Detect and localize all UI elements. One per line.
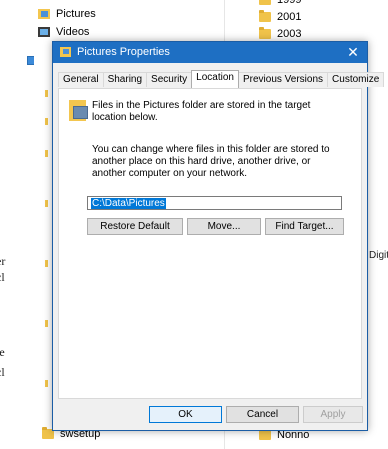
pictures-folder-icon xyxy=(38,9,50,19)
file-list-item-label: 2001 xyxy=(277,11,302,23)
close-button[interactable]: ✕ xyxy=(339,42,367,63)
tab-previous-versions[interactable]: Previous Versions xyxy=(237,72,329,87)
file-list-item-label: 2003 xyxy=(277,28,302,40)
location-path-input[interactable]: C:\Data\Pictures xyxy=(87,196,342,210)
move-button[interactable]: Move... xyxy=(187,218,261,235)
clipped-text: te xyxy=(0,345,5,359)
nav-item-pictures[interactable]: Pictures xyxy=(38,8,96,20)
videos-folder-icon xyxy=(38,27,50,37)
nav-item-label: Pictures xyxy=(56,8,96,20)
folder-icon xyxy=(45,200,48,207)
nav-item-videos[interactable]: Videos xyxy=(38,26,89,38)
pictures-folder-icon xyxy=(69,100,88,121)
folder-icon xyxy=(45,90,48,97)
folder-icon xyxy=(45,118,48,125)
cancel-button[interactable]: Cancel xyxy=(226,406,299,423)
folder-icon xyxy=(45,380,48,387)
location-tab-panel: Files in the Pictures folder are stored … xyxy=(58,88,362,399)
pictures-folder-icon xyxy=(60,47,71,57)
location-description-text: You can change where files in this folde… xyxy=(92,144,330,179)
this-pc-icon xyxy=(27,56,34,65)
dialog-title: Pictures Properties xyxy=(77,46,170,58)
tab-security[interactable]: Security xyxy=(146,72,193,87)
background-window-left-edge: er cl te cl t r xyxy=(0,0,34,449)
location-path-value: C:\Data\Pictures xyxy=(91,198,166,209)
clipped-column-text: Digit xyxy=(369,250,388,261)
apply-button[interactable]: Apply xyxy=(303,406,363,423)
tab-strip: General Sharing Security Location Previo… xyxy=(58,70,385,88)
file-list-item[interactable]: 1999 xyxy=(259,0,301,6)
tab-customize[interactable]: Customize xyxy=(327,72,385,87)
tab-general[interactable]: General xyxy=(58,72,104,87)
folder-icon xyxy=(45,150,48,157)
clipped-text: cl xyxy=(0,270,5,284)
tab-location[interactable]: Location xyxy=(191,70,239,88)
find-target-button[interactable]: Find Target... xyxy=(265,218,344,235)
folder-icon xyxy=(259,27,271,39)
file-list-item-label: 1999 xyxy=(277,0,302,6)
restore-default-button[interactable]: Restore Default xyxy=(87,218,183,235)
nav-item-label: Videos xyxy=(56,26,90,38)
location-info-text: Files in the Pictures folder are stored … xyxy=(92,100,311,123)
folder-icon xyxy=(259,0,271,5)
clipped-text: cl xyxy=(0,365,5,379)
file-list-item[interactable]: 2003 xyxy=(259,27,302,40)
properties-dialog: Pictures Properties ✕ General Sharing Se… xyxy=(52,41,385,431)
dialog-titlebar[interactable]: Pictures Properties ✕ xyxy=(53,42,367,63)
folder-icon xyxy=(45,320,48,327)
clipped-text: er xyxy=(0,254,6,268)
tab-sharing[interactable]: Sharing xyxy=(102,72,148,87)
folder-icon xyxy=(259,428,271,440)
ok-button[interactable]: OK xyxy=(149,406,222,423)
file-list-item[interactable]: 2001 xyxy=(259,10,302,23)
folder-icon xyxy=(259,10,271,22)
folder-icon xyxy=(45,260,48,267)
